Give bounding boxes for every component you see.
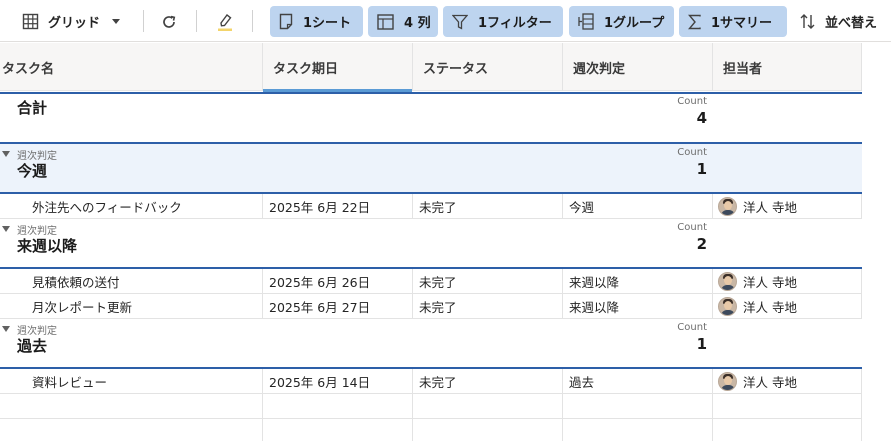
group-header-this-week[interactable]: 週次判定 今週 Count 1 bbox=[0, 144, 862, 192]
summary-button[interactable]: 1サマリー bbox=[679, 6, 787, 37]
group-header-past[interactable]: 週次判定 過去 Count 1 bbox=[0, 319, 862, 367]
table-row[interactable]: 見積依頼の送付 2025年 6月 26日 未完了 来週以降 洋人 寺地 bbox=[0, 269, 862, 294]
filter-button[interactable]: 1フィルター bbox=[443, 6, 563, 37]
empty-cell[interactable] bbox=[413, 419, 563, 441]
owner-cell[interactable]: 洋人 寺地 bbox=[713, 269, 862, 293]
avatar-icon bbox=[718, 371, 737, 391]
sheet-icon bbox=[279, 13, 293, 30]
avatar-icon bbox=[718, 296, 737, 316]
group-count-value: 1 bbox=[696, 160, 707, 178]
group-count-label: Count bbox=[677, 147, 707, 158]
task-name-cell[interactable]: 外注先へのフィードバック bbox=[0, 194, 263, 218]
group-count-label: Count bbox=[677, 322, 707, 333]
toolbar-divider bbox=[143, 10, 144, 32]
sort-button[interactable]: 並べ替え bbox=[799, 6, 877, 37]
task-name-cell[interactable]: 月次レポート更新 bbox=[0, 294, 263, 318]
highlighter-icon bbox=[216, 12, 234, 32]
empty-cell[interactable] bbox=[0, 419, 263, 441]
status-cell[interactable]: 未完了 bbox=[413, 294, 563, 318]
table-row[interactable]: 外注先へのフィードバック 2025年 6月 22日 未完了 今週 洋人 寺地 bbox=[0, 194, 862, 219]
column-header-status[interactable]: ステータス bbox=[413, 43, 563, 91]
weekly-cell[interactable]: 今週 bbox=[563, 194, 713, 218]
empty-cell[interactable] bbox=[263, 419, 413, 441]
group-title: 過去 bbox=[17, 337, 48, 355]
due-date-cell[interactable]: 2025年 6月 27日 bbox=[263, 294, 413, 318]
empty-cell[interactable] bbox=[563, 419, 713, 441]
total-summary-row: 合計 Count 4 bbox=[0, 94, 862, 142]
empty-cell[interactable] bbox=[413, 394, 563, 418]
filter-icon bbox=[452, 14, 468, 30]
group-header-next-week[interactable]: 週次判定 来週以降 Count 2 bbox=[0, 219, 862, 267]
sort-icon bbox=[799, 13, 816, 30]
view-label: グリッド bbox=[48, 16, 101, 31]
columns-button[interactable]: 4 列 bbox=[368, 6, 438, 37]
summary-label: 1サマリー bbox=[711, 16, 773, 31]
due-date-cell[interactable]: 2025年 6月 22日 bbox=[263, 194, 413, 218]
total-count-label: Count bbox=[677, 96, 707, 107]
weekly-cell[interactable]: 来週以降 bbox=[563, 294, 713, 318]
status-cell[interactable]: 未完了 bbox=[413, 369, 563, 393]
group-icon bbox=[578, 13, 594, 30]
group-count-label: Count bbox=[677, 222, 707, 233]
toolbar-divider bbox=[252, 10, 253, 32]
group-count-value: 2 bbox=[696, 235, 707, 253]
table-row[interactable]: 資料レビュー 2025年 6月 14日 未完了 過去 洋人 寺地 bbox=[0, 369, 862, 394]
owner-cell[interactable]: 洋人 寺地 bbox=[713, 369, 862, 393]
due-date-cell[interactable]: 2025年 6月 26日 bbox=[263, 269, 413, 293]
toolbar-divider bbox=[196, 10, 197, 32]
avatar-icon bbox=[718, 196, 737, 216]
refresh-icon bbox=[161, 14, 177, 30]
toolbar: グリッド 1シート 4 列 1フィルター 1グループ 1サマリー 並べ替え bbox=[0, 0, 891, 42]
grid-icon bbox=[22, 13, 39, 30]
sheet-label: 1シート bbox=[303, 16, 352, 31]
owner-name: 洋人 寺地 bbox=[743, 374, 797, 390]
column-header-task-name[interactable]: タスク名 bbox=[0, 43, 263, 91]
collapse-triangle-icon[interactable] bbox=[2, 326, 10, 332]
group-title: 来週以降 bbox=[17, 237, 78, 255]
total-title: 合計 bbox=[17, 99, 48, 117]
group-button[interactable]: 1グループ bbox=[569, 6, 674, 37]
table-row[interactable]: 月次レポート更新 2025年 6月 27日 未完了 来週以降 洋人 寺地 bbox=[0, 294, 862, 319]
empty-cell[interactable] bbox=[263, 394, 413, 418]
owner-name: 洋人 寺地 bbox=[743, 199, 797, 215]
highlight-button[interactable] bbox=[216, 6, 234, 37]
due-date-cell[interactable]: 2025年 6月 14日 bbox=[263, 369, 413, 393]
columns-label: 4 列 bbox=[404, 16, 431, 31]
owner-name: 洋人 寺地 bbox=[743, 299, 797, 315]
collapse-triangle-icon[interactable] bbox=[2, 151, 10, 157]
task-name-cell[interactable]: 見積依頼の送付 bbox=[0, 269, 263, 293]
dropdown-caret-icon bbox=[112, 19, 121, 24]
view-switcher[interactable]: グリッド bbox=[22, 6, 121, 37]
filter-label: 1フィルター bbox=[478, 16, 552, 31]
owner-cell[interactable]: 洋人 寺地 bbox=[713, 194, 862, 218]
refresh-button[interactable] bbox=[161, 6, 177, 37]
group-label: 1グループ bbox=[604, 16, 665, 31]
column-header-owner[interactable]: 担当者 bbox=[713, 43, 862, 91]
task-name-cell[interactable]: 資料レビュー bbox=[0, 369, 263, 393]
owner-name: 洋人 寺地 bbox=[743, 274, 797, 290]
column-header-weekly[interactable]: 週次判定 bbox=[563, 43, 713, 91]
group-title: 今週 bbox=[17, 162, 48, 180]
sort-label: 並べ替え bbox=[825, 16, 878, 31]
weekly-cell[interactable]: 来週以降 bbox=[563, 269, 713, 293]
column-header-row: タスク名 タスク期日 ステータス 週次判定 担当者 bbox=[0, 43, 862, 92]
collapse-triangle-icon[interactable] bbox=[2, 226, 10, 232]
owner-cell[interactable]: 洋人 寺地 bbox=[713, 294, 862, 318]
sheet-button[interactable]: 1シート bbox=[270, 6, 363, 37]
empty-cell[interactable] bbox=[713, 419, 862, 441]
status-cell[interactable]: 未完了 bbox=[413, 269, 563, 293]
weekly-cell[interactable]: 過去 bbox=[563, 369, 713, 393]
empty-cell[interactable] bbox=[713, 394, 862, 418]
status-cell[interactable]: 未完了 bbox=[413, 194, 563, 218]
summary-icon bbox=[688, 14, 701, 30]
empty-row[interactable] bbox=[0, 419, 862, 441]
columns-icon bbox=[377, 13, 394, 30]
empty-cell[interactable] bbox=[0, 394, 263, 418]
empty-row[interactable] bbox=[0, 394, 862, 419]
avatar-icon bbox=[718, 271, 737, 291]
empty-cell[interactable] bbox=[563, 394, 713, 418]
column-header-due-date[interactable]: タスク期日 bbox=[263, 43, 413, 92]
total-count-value: 4 bbox=[696, 109, 707, 127]
group-count-value: 1 bbox=[696, 335, 707, 353]
